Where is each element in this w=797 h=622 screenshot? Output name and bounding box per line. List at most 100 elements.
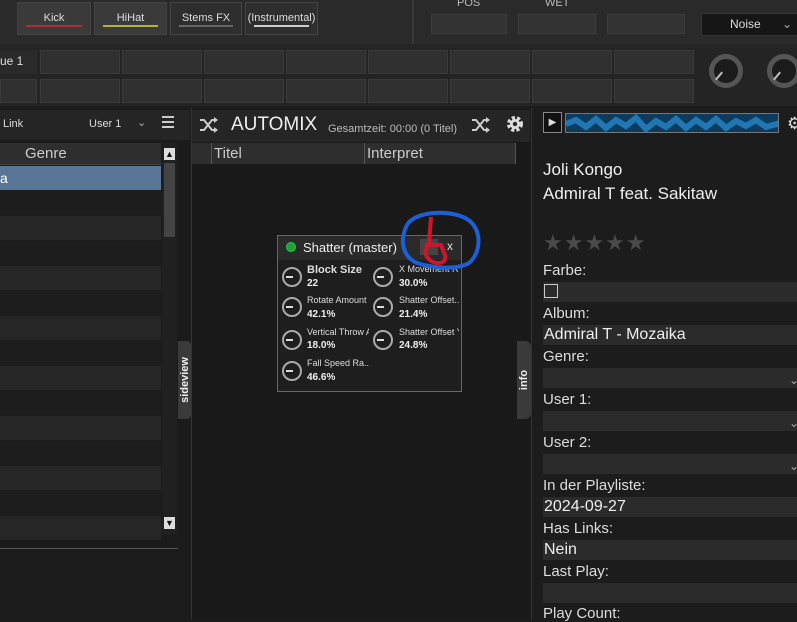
noise-select[interactable]: Noise ⌄ bbox=[701, 13, 797, 36]
automix-title: AUTOMIX bbox=[231, 114, 318, 135]
interpret-column-header[interactable]: Interpret bbox=[365, 143, 516, 164]
genre-field[interactable]: ⌄ bbox=[543, 368, 797, 388]
param-value: 24.8% bbox=[399, 340, 428, 351]
pad[interactable] bbox=[614, 79, 694, 103]
waveform-icon bbox=[566, 114, 778, 132]
chevron-down-icon: ⌄ bbox=[781, 17, 792, 31]
vertical-throw-knob[interactable] bbox=[282, 330, 302, 350]
toolbar-divider bbox=[412, 0, 414, 44]
scroll-up-icon[interactable]: ▲ bbox=[164, 148, 175, 160]
gear-icon[interactable] bbox=[505, 114, 525, 134]
list-item[interactable] bbox=[0, 516, 161, 540]
genre-header-label: Genre bbox=[25, 145, 67, 162]
play-button[interactable]: ▶ bbox=[543, 112, 562, 133]
pad[interactable] bbox=[532, 79, 612, 103]
pad[interactable] bbox=[204, 79, 284, 103]
rotate-amount-knob[interactable] bbox=[282, 297, 302, 317]
stem-instrumental-label: (Instrumental) bbox=[247, 12, 316, 24]
playlist-label: In der Playliste: bbox=[543, 477, 646, 494]
titel-column-header[interactable]: Titel bbox=[212, 143, 365, 164]
pad[interactable] bbox=[450, 50, 530, 74]
param-value: 22 bbox=[307, 278, 319, 289]
user-column-select[interactable]: User 1 bbox=[89, 118, 121, 130]
list-item[interactable] bbox=[0, 366, 161, 390]
pad[interactable] bbox=[368, 50, 448, 74]
param-value: 42.1% bbox=[307, 309, 336, 320]
list-item[interactable] bbox=[0, 391, 161, 415]
waveform-preview[interactable] bbox=[565, 113, 779, 133]
effect-active-led-icon[interactable] bbox=[286, 242, 296, 252]
stem-kick-indicator bbox=[26, 25, 82, 27]
haslinks-value: Nein bbox=[544, 541, 577, 558]
pad[interactable] bbox=[40, 79, 120, 103]
pos-label: POS bbox=[457, 0, 481, 9]
fx-wet-slot[interactable] bbox=[518, 14, 596, 34]
genre-column-header[interactable]: Genre bbox=[0, 143, 161, 165]
shatter-title: Shatter (master) bbox=[303, 240, 397, 255]
pad[interactable] bbox=[286, 79, 366, 103]
pad[interactable] bbox=[0, 79, 37, 103]
pad[interactable] bbox=[204, 50, 284, 74]
stem-instrumental-button[interactable]: (Instrumental) bbox=[245, 2, 318, 35]
list-item[interactable] bbox=[0, 416, 161, 440]
list-item[interactable] bbox=[0, 291, 161, 315]
shatter-offset-y-knob[interactable] bbox=[373, 330, 393, 350]
album-field[interactable]: Admiral T - Mozaika bbox=[543, 325, 797, 345]
pad[interactable] bbox=[368, 79, 448, 103]
scrollbar-thumb[interactable] bbox=[164, 163, 175, 237]
pad[interactable] bbox=[532, 50, 612, 74]
stem-kick-button[interactable]: Kick bbox=[17, 2, 91, 35]
list-item[interactable] bbox=[0, 266, 161, 290]
pad[interactable] bbox=[286, 50, 366, 74]
gear-icon[interactable]: ⚙ bbox=[787, 114, 797, 134]
sideview-tab[interactable]: sideview bbox=[178, 341, 192, 419]
user1-field[interactable]: ⌄ bbox=[543, 411, 797, 431]
pad[interactable] bbox=[450, 79, 530, 103]
hamburger-icon[interactable] bbox=[162, 116, 178, 130]
user2-field[interactable]: ⌄ bbox=[543, 454, 797, 474]
list-item[interactable] bbox=[0, 466, 161, 490]
pad[interactable] bbox=[122, 50, 202, 74]
list-item[interactable] bbox=[0, 316, 161, 340]
param-name: Rotate Amount bbox=[307, 295, 367, 305]
block-size-knob[interactable] bbox=[282, 267, 302, 287]
x-movement-knob[interactable] bbox=[373, 267, 393, 287]
list-item[interactable] bbox=[0, 441, 161, 465]
fall-speed-knob[interactable] bbox=[282, 361, 302, 381]
link-label[interactable]: Link bbox=[3, 118, 23, 130]
user1-label: User 1: bbox=[543, 391, 592, 408]
shuffle-icon[interactable] bbox=[199, 117, 219, 133]
list-item[interactable] bbox=[0, 216, 161, 240]
pad[interactable] bbox=[122, 79, 202, 103]
shatter-offset-knob[interactable] bbox=[373, 297, 393, 317]
automix-column-blank[interactable] bbox=[192, 143, 212, 164]
list-item[interactable]: a bbox=[0, 166, 161, 190]
list-item[interactable] bbox=[0, 341, 161, 365]
knob-2[interactable] bbox=[767, 54, 797, 88]
pad-cue-1[interactable]: ue 1 bbox=[0, 50, 37, 74]
rating-stars[interactable]: ★★★★★ bbox=[543, 230, 647, 256]
stems-fx-button[interactable]: Stems FX bbox=[170, 2, 242, 35]
color-checkbox[interactable] bbox=[544, 284, 558, 298]
list-item[interactable] bbox=[0, 491, 161, 515]
scroll-down-icon[interactable]: ▼ bbox=[164, 517, 175, 529]
chevron-down-icon[interactable]: ⌄ bbox=[137, 116, 146, 129]
knob-1[interactable] bbox=[709, 54, 743, 88]
list-item[interactable] bbox=[0, 241, 161, 265]
play-icon: ▶ bbox=[548, 117, 557, 128]
info-tab[interactable]: info bbox=[517, 341, 531, 419]
fx-pos-slot[interactable] bbox=[431, 14, 507, 34]
shuffle-icon[interactable] bbox=[471, 117, 491, 133]
stems-fx-indicator bbox=[179, 25, 233, 27]
fx-slot-3[interactable] bbox=[607, 14, 685, 34]
param-name: Vertical Throw A... bbox=[307, 327, 369, 337]
chevron-down-icon: ⌄ bbox=[788, 416, 797, 430]
stem-hihat-button[interactable]: HiHat bbox=[94, 2, 167, 35]
pad[interactable] bbox=[40, 50, 120, 74]
list-item[interactable] bbox=[0, 191, 161, 215]
pad[interactable] bbox=[614, 50, 694, 74]
wet-label: WET bbox=[545, 0, 570, 9]
list-item-text: a bbox=[0, 170, 8, 186]
stems-fx-label: Stems FX bbox=[181, 12, 231, 24]
farbe-label: Farbe: bbox=[543, 262, 587, 279]
